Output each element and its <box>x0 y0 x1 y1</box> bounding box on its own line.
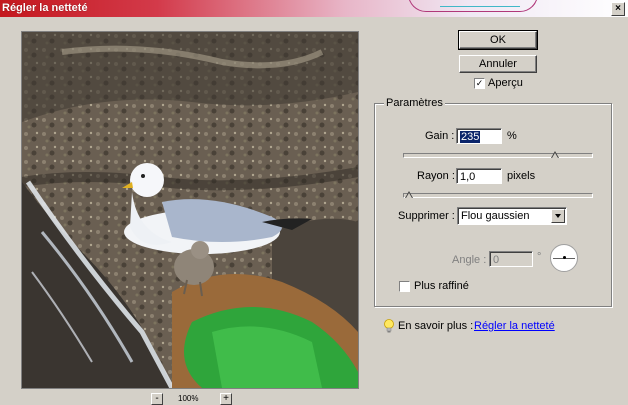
zoom-in-button[interactable]: + <box>220 393 232 405</box>
ok-button[interactable]: OK <box>458 30 538 50</box>
radius-slider-track[interactable] <box>403 193 593 198</box>
angle-label: Angle : <box>452 254 487 266</box>
angle-dial[interactable] <box>550 244 578 272</box>
more-accurate-checkbox[interactable] <box>399 281 410 292</box>
window-title: Régler la netteté <box>2 2 88 14</box>
remove-label: Supprimer : <box>398 210 455 222</box>
seagull-photo <box>22 32 358 388</box>
preview-checkbox-label: Aperçu <box>488 77 523 89</box>
radius-slider-thumb[interactable] <box>404 191 413 198</box>
cancel-button[interactable]: Annuler <box>459 55 537 73</box>
gain-value: 235 <box>460 131 481 143</box>
title-decoration-line <box>440 0 520 7</box>
preview-checkbox[interactable]: ✓ <box>474 78 485 89</box>
radius-label: Rayon : <box>417 170 455 182</box>
zoom-out-button[interactable]: - <box>151 393 163 405</box>
gain-slider-thumb[interactable] <box>550 151 559 158</box>
radius-input[interactable]: 1,0 <box>456 168 502 184</box>
radius-value: 1,0 <box>460 171 476 183</box>
zoom-level: 100% <box>178 394 199 403</box>
gain-label: Gain : <box>425 130 455 142</box>
angle-input[interactable]: 0 <box>489 251 533 267</box>
remove-select[interactable]: Flou gaussien <box>457 207 567 225</box>
lightbulb-icon <box>384 319 394 333</box>
more-accurate-label: Plus raffiné <box>414 280 469 292</box>
angle-value: 0 <box>493 254 500 266</box>
gain-input[interactable]: 235 <box>456 128 502 144</box>
title-bar: Régler la netteté × <box>0 0 628 17</box>
gain-slider-track[interactable] <box>403 153 593 158</box>
close-button[interactable]: × <box>611 2 625 16</box>
preview-image[interactable] <box>21 31 359 389</box>
help-prefix: En savoir plus : <box>398 320 474 332</box>
radius-unit: pixels <box>507 170 536 182</box>
gain-unit: % <box>507 130 517 142</box>
parameters-group-title: Paramètres <box>384 97 445 109</box>
remove-select-value: Flou gaussien <box>461 210 530 222</box>
chevron-down-icon[interactable] <box>551 209 565 223</box>
angle-unit: ° <box>537 251 542 263</box>
help-link[interactable]: Régler la netteté <box>474 320 555 332</box>
